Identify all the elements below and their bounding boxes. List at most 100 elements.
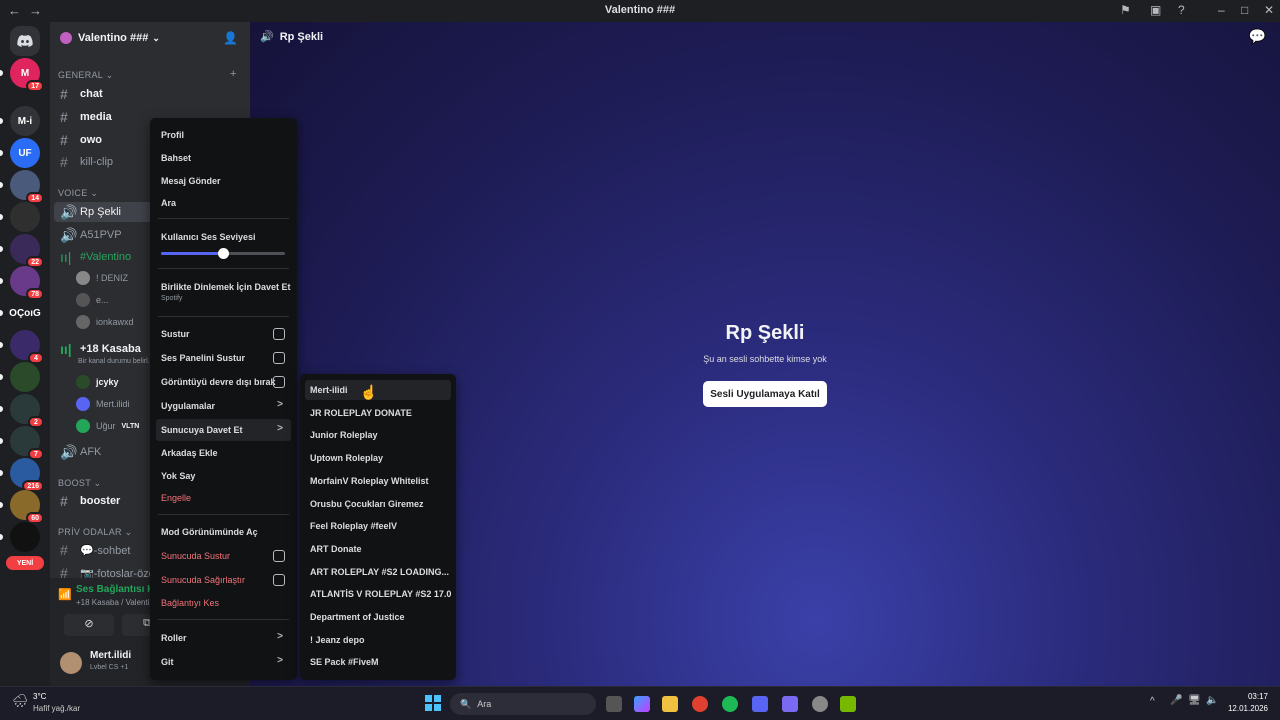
invite-server-item[interactable]: ATLANTİS V ROLEPLAY #S2 17.01 — [305, 584, 451, 604]
menu-server-deafen[interactable]: Sunucuda Sağırlaştır — [156, 569, 291, 591]
weather-icon[interactable]: 🌧 — [12, 693, 29, 709]
spotify-icon[interactable] — [722, 696, 738, 712]
menu-disconnect[interactable]: Bağlantıyı Kes — [156, 592, 291, 614]
tray-chevron-icon[interactable]: ^ — [1150, 696, 1155, 707]
server-icon[interactable]: 2 — [10, 394, 44, 428]
invite-server-item[interactable]: Orusbu Çocukları Giremez — [305, 494, 451, 514]
clock-date[interactable]: 12.01.2026 — [1222, 704, 1268, 713]
server-icon[interactable]: 216 — [10, 458, 44, 492]
category-voice[interactable]: VOICE ⌄ — [58, 188, 98, 199]
server-icon[interactable]: 78 — [10, 266, 44, 300]
avatar[interactable] — [60, 652, 82, 674]
server-icon[interactable]: 14 — [10, 170, 44, 204]
minimize-icon[interactable]: – — [1218, 3, 1225, 17]
server-header[interactable]: Valentino ### ⌄ 👤 — [50, 22, 250, 54]
menu-block[interactable]: Engelle — [156, 487, 291, 509]
voice-user[interactable]: jcyky — [76, 372, 119, 392]
checkbox[interactable] — [273, 352, 285, 364]
microphone-icon[interactable]: 🎤 — [1170, 695, 1182, 706]
invite-server-item[interactable]: ART Donate — [305, 539, 451, 559]
invite-server-item[interactable]: MorfainV Roleplay Whitelist — [305, 471, 451, 491]
channel-chat[interactable]: # chat — [54, 84, 242, 104]
server-icon[interactable]: 4 — [10, 330, 44, 364]
server-icon[interactable]: UF — [10, 138, 40, 168]
menu-message[interactable]: Mesaj Gönder — [156, 170, 291, 192]
server-icon[interactable]: OÇoıG — [9, 298, 41, 328]
voice-user[interactable]: ionkawxd — [76, 312, 134, 332]
add-member-icon[interactable]: 👤 — [223, 31, 238, 45]
help-icon[interactable]: ? — [1178, 3, 1185, 17]
server-icon[interactable]: 22 — [10, 234, 44, 268]
taskbar-search[interactable]: 🔍 Ara — [450, 693, 596, 715]
menu-disable-video[interactable]: Görüntüyü devre dışı bırak — [156, 371, 291, 393]
chat-icon[interactable]: 💬 — [1249, 28, 1266, 45]
temperature[interactable]: 3°C — [33, 692, 46, 701]
menu-server-mute[interactable]: Sunucuda Sustur — [156, 545, 291, 567]
signal-icon[interactable]: 📶 — [58, 588, 72, 601]
invite-server-item[interactable]: Feel Roleplay #feelV — [305, 516, 451, 536]
checkbox[interactable] — [273, 328, 285, 340]
close-icon[interactable]: ✕ — [1264, 3, 1274, 17]
weather-text[interactable]: Hafif yağ./kar — [33, 704, 80, 713]
menu-invite[interactable]: Sunucuya Davet Et > — [156, 419, 291, 441]
server-icon[interactable]: M 17 — [10, 58, 44, 92]
volume-knob[interactable] — [218, 248, 229, 259]
invite-server-item[interactable]: Mert-ilidi — [305, 380, 451, 400]
menu-roles[interactable]: Roller > — [156, 627, 291, 649]
clock-time[interactable]: 03:17 — [1232, 692, 1268, 701]
invite-server-item[interactable]: Department of Justice — [305, 607, 451, 627]
checkbox[interactable] — [273, 376, 285, 388]
user-name[interactable]: Mert.ilidi — [90, 650, 131, 661]
discord-home-icon[interactable] — [10, 26, 40, 56]
invite-server-item[interactable]: JR ROLEPLAY DONATE — [305, 403, 451, 423]
task-view-icon[interactable] — [606, 696, 622, 712]
server-icon[interactable] — [10, 522, 40, 552]
copilot-icon[interactable] — [634, 696, 650, 712]
checkbox[interactable] — [273, 550, 285, 562]
network-icon[interactable]: 🖥 — [1188, 695, 1201, 706]
voice-user[interactable]: Mert.ilidi — [76, 394, 130, 414]
discord-icon[interactable] — [752, 696, 768, 712]
inbox-icon[interactable]: ⚑ — [1120, 3, 1131, 17]
menu-mod-view[interactable]: Mod Görünümünde Aç — [156, 521, 291, 543]
invite-server-item[interactable]: Junior Roleplay — [305, 425, 451, 445]
checkbox[interactable] — [273, 574, 285, 586]
invite-server-item[interactable]: SE Pack #FiveM — [305, 652, 451, 672]
menu-ignore[interactable]: Yok Say — [156, 465, 291, 487]
maximize-icon[interactable]: □ — [1241, 3, 1248, 17]
category-priv[interactable]: PRİV ODALAR ⌄ — [58, 527, 132, 538]
menu-mute-soundboard[interactable]: Ses Panelini Sustur — [156, 347, 291, 369]
category-general[interactable]: GENERAL ⌄ — [58, 70, 113, 81]
invite-server-item[interactable]: ART ROLEPLAY #S2 LOADING... — [305, 562, 451, 582]
menu-go[interactable]: Git > — [156, 651, 291, 673]
voice-user[interactable]: ! DENIZ — [76, 268, 128, 288]
add-channel-icon[interactable]: + — [230, 68, 236, 80]
server-icon[interactable] — [10, 362, 40, 392]
file-explorer-icon[interactable] — [662, 696, 678, 712]
screen-icon[interactable]: ▣ — [1150, 3, 1161, 17]
menu-apps[interactable]: Uygulamalar > — [156, 395, 291, 417]
menu-profile[interactable]: Profil — [156, 124, 291, 146]
camera-off-button[interactable]: ⊘ — [64, 614, 114, 636]
server-icon[interactable]: M-i — [10, 106, 40, 136]
voice-user[interactable]: Uğur VLTN — [76, 416, 139, 436]
nvidia-icon[interactable] — [840, 696, 856, 712]
new-badge[interactable]: YENİ — [6, 556, 44, 570]
volume-slider[interactable] — [161, 248, 285, 259]
menu-call[interactable]: Ara — [156, 192, 291, 214]
menu-add-friend[interactable]: Arkadaş Ekle — [156, 442, 291, 464]
server-icon[interactable]: 7 — [10, 426, 44, 460]
chrome-icon[interactable] — [692, 696, 708, 712]
menu-mute[interactable]: Sustur — [156, 323, 291, 345]
menu-mention[interactable]: Bahset — [156, 147, 291, 169]
windows-start-icon[interactable] — [425, 695, 441, 711]
invite-server-item[interactable]: Uptown Roleplay — [305, 448, 451, 468]
server-icon[interactable] — [10, 202, 40, 232]
join-voice-button[interactable]: Sesli Uygulamaya Katıl — [703, 381, 827, 407]
invite-server-item[interactable]: ! Jeanz depo — [305, 630, 451, 650]
voice-user[interactable]: e... — [76, 290, 109, 310]
server-icon[interactable]: 60 — [10, 490, 44, 524]
discord-ptb-icon[interactable] — [782, 696, 798, 712]
volume-icon[interactable]: 🔈 — [1206, 695, 1218, 706]
app-icon[interactable] — [812, 696, 828, 712]
